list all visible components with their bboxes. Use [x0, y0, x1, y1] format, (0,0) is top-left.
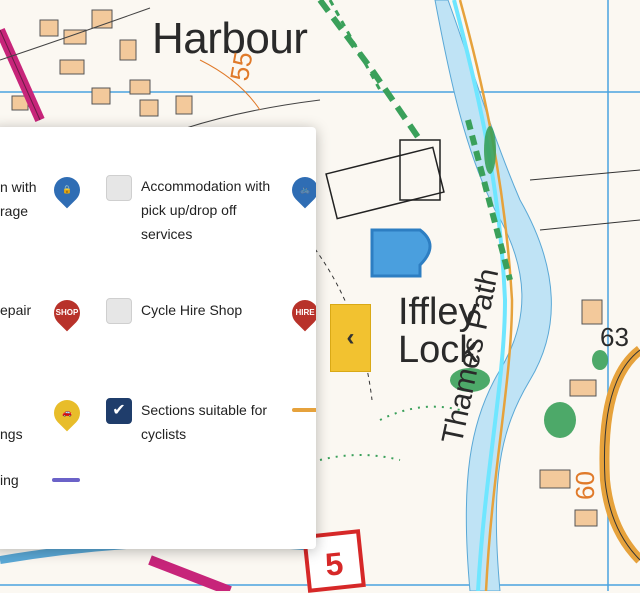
- contour-label-60: 60: [570, 471, 600, 500]
- hire-pin-icon: HIRE: [286, 294, 316, 332]
- hire-pin-text: HIRE: [295, 308, 315, 317]
- legend-label-cycle-hire-shop: Cycle Hire Shop: [141, 302, 243, 318]
- contour-label-55: 55: [224, 49, 259, 84]
- legend-label-parkings: ngs: [0, 426, 23, 442]
- legend-item-label-line2: rage: [0, 203, 29, 219]
- legend-item-label-line1: n with: [0, 179, 37, 195]
- road-number: 5: [323, 545, 345, 583]
- legend-collapse-button[interactable]: ‹: [330, 304, 371, 372]
- legend-label-repair: epair: [0, 302, 32, 318]
- shop-pin-icon: SHOP: [48, 294, 86, 332]
- bike-lock-pin-icon: 🔒: [48, 171, 86, 209]
- checkbox-cycle-hire-shop[interactable]: [106, 298, 132, 324]
- map-legend-panel: n with rage 🔒 Accommodation with pick up…: [0, 127, 316, 549]
- checkbox-sections-cyclists[interactable]: ✔: [106, 398, 132, 424]
- chevron-left-icon: ‹: [346, 324, 355, 351]
- legend-label-accommodation: Accommodation with pick up/drop off serv…: [141, 178, 271, 242]
- shop-pin-text: SHOP: [55, 308, 79, 317]
- legend-item-label: n with rage: [0, 175, 50, 223]
- legend-label-ing: ing: [0, 472, 19, 488]
- house-number-63: 63: [600, 322, 629, 352]
- car-pin-icon: 🚗: [48, 394, 86, 432]
- purple-line-swatch: [52, 478, 80, 482]
- bike-pin-icon: 🚲: [286, 171, 316, 209]
- orange-line-swatch: [292, 408, 316, 412]
- legend-label-sections-cyclists: Sections suitable for cyclists: [141, 402, 268, 442]
- checkbox-accommodation[interactable]: [106, 175, 132, 201]
